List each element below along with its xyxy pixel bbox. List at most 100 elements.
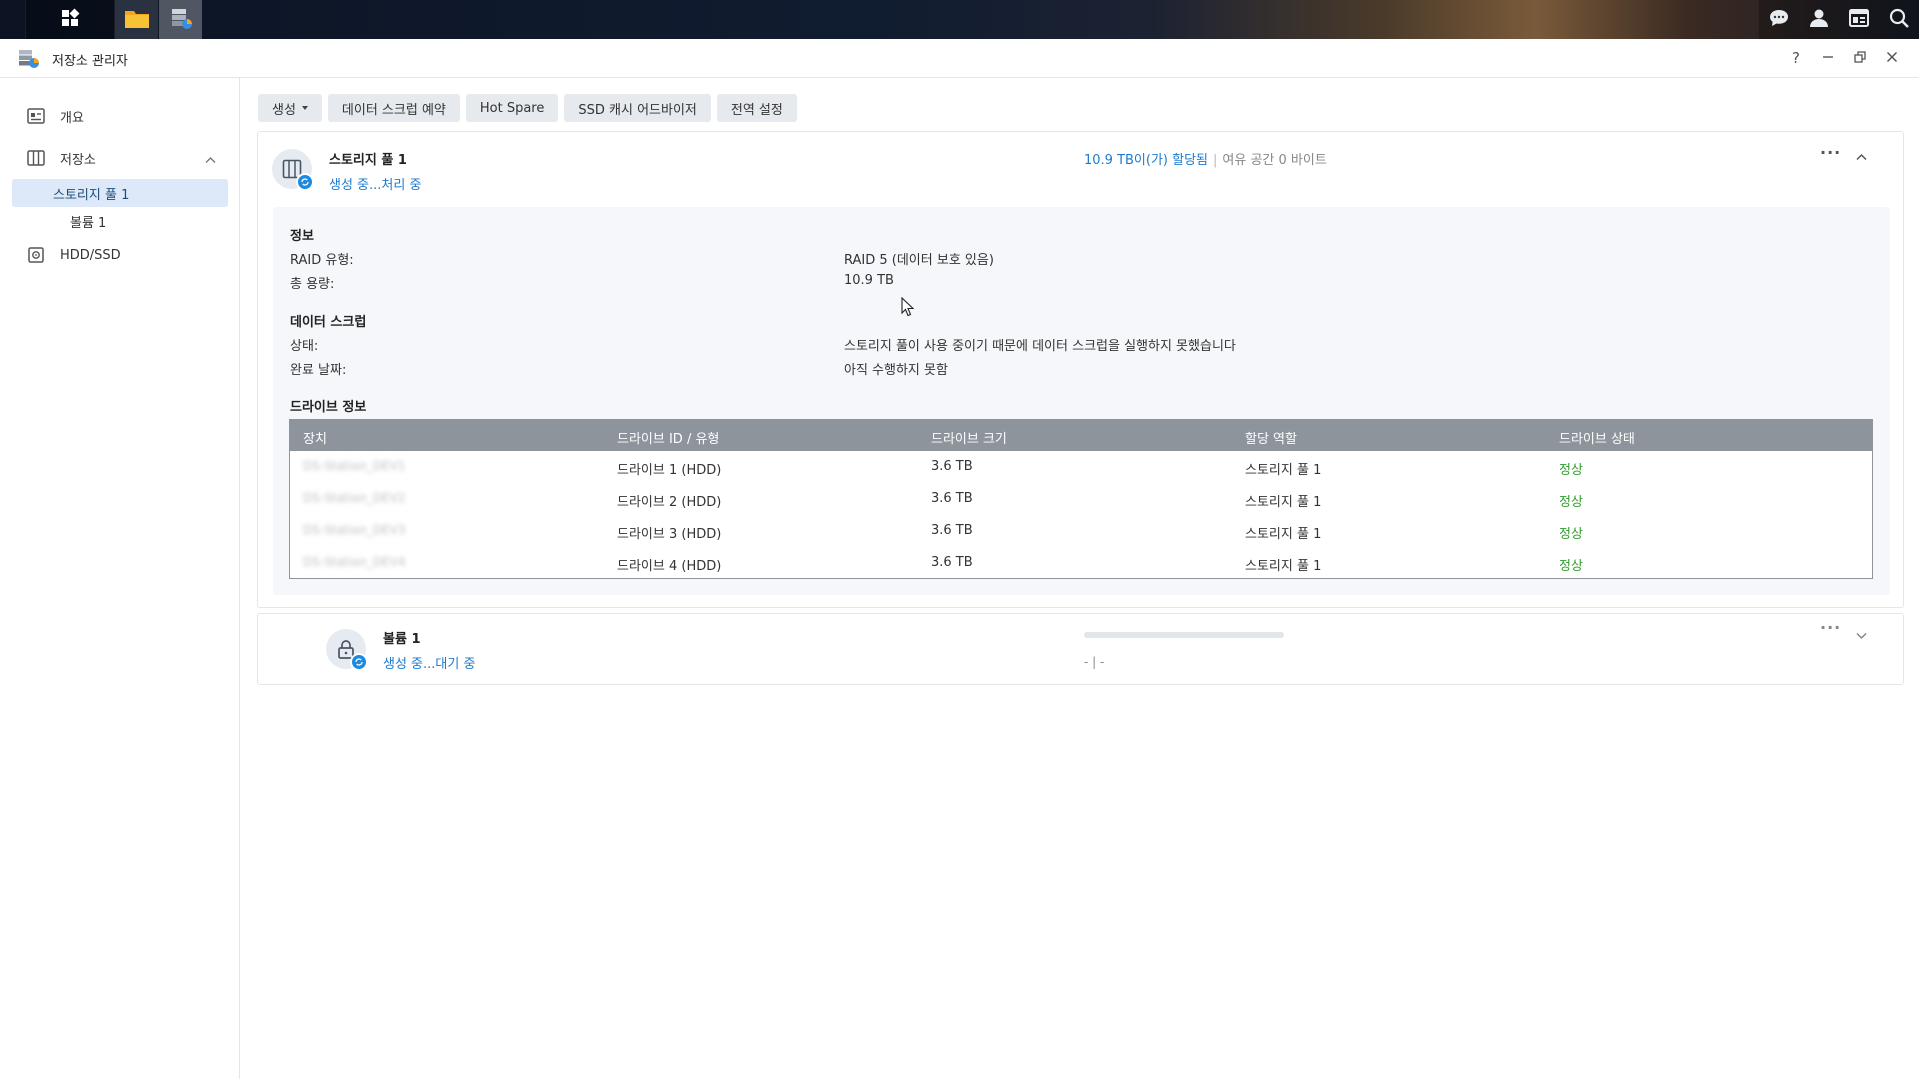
minimize-button[interactable] [1815, 46, 1841, 70]
scrub-date-label: 완료 날짜: [290, 363, 347, 378]
scrub-schedule-button[interactable]: 데이터 스크럽 예약 [327, 94, 460, 122]
create-button-label: 생성 [272, 102, 296, 118]
drive-role: 스토리지 풀 1 [1245, 527, 1322, 542]
more-options-icon[interactable]: ··· [1820, 143, 1841, 162]
volume-usage-bar [1084, 632, 1284, 638]
sidebar-item-hdd-ssd[interactable]: HDD/SSD [12, 241, 121, 269]
window-title: 저장소 관리자 [52, 54, 128, 69]
close-button[interactable] [1879, 46, 1905, 70]
free-space: 여유 공간 0 바이트 [1222, 153, 1327, 168]
sidebar: 개요 저장소 스토리지 풀 1 볼륨 1 HDD/SSD [0, 78, 240, 1079]
drive-status: 정상 [1559, 463, 1583, 478]
chat-button[interactable] [1759, 0, 1799, 39]
taskbar-tray [1759, 0, 1919, 39]
table-row[interactable]: DS-Station_DEV1 드라이브 1 (HDD) 3.6 TB 스토리지… [290, 451, 1872, 483]
column-header[interactable]: 드라이브 크기 [931, 428, 1007, 447]
drive-role: 스토리지 풀 1 [1245, 463, 1322, 478]
storage-icon [26, 148, 46, 168]
sidebar-item-volume-1[interactable]: 볼륨 1 [12, 207, 228, 235]
device-name: DS-Station_DEV4 [303, 555, 406, 569]
chevron-up-icon[interactable] [1856, 150, 1867, 165]
overview-icon [26, 106, 46, 126]
volume-usage-text: - | - [1084, 655, 1105, 669]
global-settings-button[interactable]: 전역 설정 [716, 94, 797, 122]
user-icon [1808, 7, 1830, 33]
volume-status: 생성 중...대기 중 [383, 657, 476, 672]
drive-status: 정상 [1559, 495, 1583, 510]
chevron-down-icon[interactable] [1856, 629, 1867, 644]
total-capacity-label: 총 용량: [290, 277, 335, 292]
storage-pool-details: 정보 RAID 유형: RAID 5 (데이터 보호 있음) 총 용량: 10.… [273, 207, 1890, 595]
ssd-cache-advisor-button[interactable]: SSD 캐시 어드바이저 [564, 94, 711, 122]
storage-pool-icon [272, 149, 314, 191]
storage-pool-allocation: 10.9 TB이(가) 할당됨 | 여유 공간 0 바이트 [1084, 149, 1327, 168]
allocation-separator: | [1213, 153, 1218, 168]
drive-table: 장치 드라이브 ID / 유형 드라이브 크기 할당 역할 드라이브 상태 DS… [289, 419, 1873, 579]
raid-type-value: RAID 5 (데이터 보호 있음) [844, 253, 994, 268]
window-titlebar: 저장소 관리자 ? [0, 39, 1919, 78]
device-name: DS-Station_DEV3 [303, 523, 406, 537]
create-button[interactable]: 생성 [258, 94, 322, 122]
storage-manager-icon [169, 6, 193, 34]
table-row[interactable]: DS-Station_DEV4 드라이브 4 (HDD) 3.6 TB 스토리지… [290, 547, 1872, 578]
chevron-up-icon[interactable] [205, 153, 216, 168]
help-icon: ? [1792, 49, 1800, 67]
drive-role: 스토리지 풀 1 [1245, 559, 1322, 574]
grid-icon [60, 8, 80, 32]
device-name: DS-Station_DEV2 [303, 491, 406, 505]
scrub-status-label: 상태: [290, 339, 319, 354]
restore-icon [1854, 49, 1866, 67]
sync-icon [296, 173, 314, 191]
storage-pool-status: 생성 중...처리 중 [329, 178, 422, 193]
column-header[interactable]: 장치 [303, 428, 327, 447]
sidebar-item-storage[interactable]: 저장소 [12, 144, 228, 172]
search-icon [1888, 7, 1910, 33]
more-options-icon[interactable]: ··· [1820, 618, 1841, 637]
caret-down-icon [301, 106, 308, 110]
scrub-date-value: 아직 수행하지 못함 [844, 363, 948, 378]
drive-status: 정상 [1559, 559, 1583, 574]
hot-spare-button[interactable]: Hot Spare [465, 94, 559, 122]
volume-icon [326, 629, 368, 671]
storage-manager-taskbar-button[interactable] [159, 0, 202, 39]
sync-icon [350, 653, 368, 671]
drive-size: 3.6 TB [931, 491, 973, 506]
sidebar-item-storage-pool-1[interactable]: 스토리지 풀 1 [12, 179, 228, 207]
column-header[interactable]: 할당 역할 [1245, 428, 1297, 447]
column-header[interactable]: 드라이브 상태 [1559, 428, 1635, 447]
taskbar [0, 0, 1919, 39]
drive-role: 스토리지 풀 1 [1245, 495, 1322, 510]
sidebar-item-label: 볼륨 1 [70, 215, 107, 231]
sidebar-item-label: 저장소 [60, 152, 96, 168]
main-menu-button[interactable] [25, 0, 115, 39]
storage-pool-title: 스토리지 풀 1 [329, 153, 407, 168]
chat-icon [1768, 7, 1790, 33]
folder-icon [124, 7, 150, 33]
search-button[interactable] [1879, 0, 1919, 39]
info-heading: 정보 [290, 229, 314, 244]
drive-id: 드라이브 1 (HDD) [617, 463, 722, 478]
table-row[interactable]: DS-Station_DEV2 드라이브 2 (HDD) 3.6 TB 스토리지… [290, 483, 1872, 515]
widgets-icon [1848, 7, 1870, 33]
device-name: DS-Station_DEV1 [303, 459, 406, 473]
column-header[interactable]: 드라이브 ID / 유형 [617, 428, 719, 447]
volume-title: 볼륨 1 [383, 632, 421, 647]
drive-info-heading: 드라이브 정보 [290, 400, 367, 415]
help-button[interactable]: ? [1783, 46, 1809, 70]
widgets-button[interactable] [1839, 0, 1879, 39]
data-scrub-heading: 데이터 스크럽 [290, 315, 367, 330]
sidebar-item-overview[interactable]: 개요 [12, 102, 84, 130]
total-capacity-value: 10.9 TB [844, 273, 894, 288]
user-button[interactable] [1799, 0, 1839, 39]
storage-manager-app-icon [18, 49, 40, 73]
sidebar-item-label: 개요 [60, 110, 84, 126]
sidebar-item-label: HDD/SSD [60, 247, 121, 263]
drive-size: 3.6 TB [931, 523, 973, 538]
minimize-icon [1822, 49, 1834, 67]
drive-id: 드라이브 3 (HDD) [617, 527, 722, 542]
file-station-button[interactable] [115, 0, 158, 39]
drive-id: 드라이브 4 (HDD) [617, 559, 722, 574]
restore-button[interactable] [1847, 46, 1873, 70]
allocated-size: 10.9 TB이(가) 할당됨 [1084, 153, 1209, 168]
table-row[interactable]: DS-Station_DEV3 드라이브 3 (HDD) 3.6 TB 스토리지… [290, 515, 1872, 547]
